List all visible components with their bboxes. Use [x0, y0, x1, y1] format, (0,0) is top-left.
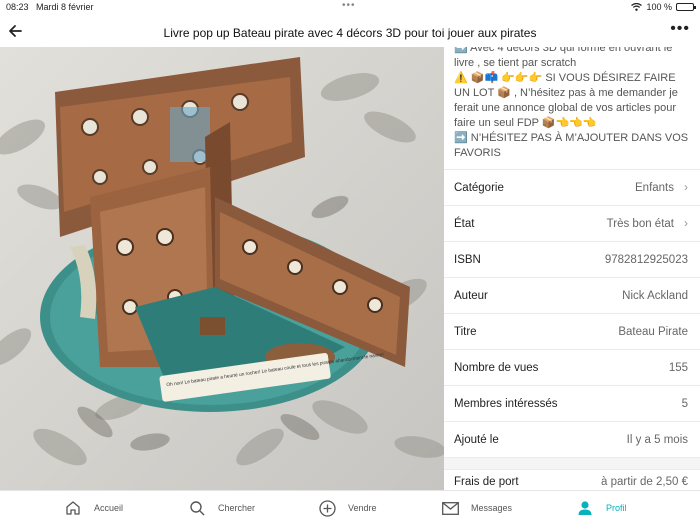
detail-row: Ajouté le Il y a 5 mois [444, 421, 700, 457]
status-time: 08:23 [6, 2, 29, 12]
profile-icon [576, 499, 594, 517]
pop-up-book-image: Oh non! Le bateau pirate a heurté un roc… [0, 47, 444, 490]
more-options-icon[interactable]: ••• [670, 20, 690, 38]
home-icon [64, 499, 82, 517]
description-line: ⚠️ 📦📫 👉👉👉 SI VOUS DÉSIREZ FAIRE UN LOT 📦… [454, 72, 678, 129]
detail-value: Bateau Pirate [618, 326, 688, 338]
nav-sell[interactable]: Vendre [318, 499, 377, 517]
detail-value: 155 [668, 362, 688, 374]
item-description: ➡️ Avec 4 décors 3D qui forme en ouvrant… [444, 47, 700, 161]
nav-messages[interactable]: Messages [441, 499, 512, 517]
detail-value: 9782812925023 [604, 254, 688, 266]
nav-home-label: Accueil [94, 503, 124, 513]
detail-row[interactable]: État Très bon état › [444, 205, 700, 241]
detail-value: 5 [681, 398, 688, 410]
detail-label: Titre [454, 326, 477, 338]
detail-row: Nombre de vues 155 [444, 349, 700, 385]
page-title: Livre pop up Bateau pirate avec 4 décors… [163, 26, 537, 40]
wifi-icon [631, 3, 643, 11]
bottom-nav: Accueil Chercher Vendre Messages Profil [0, 490, 700, 525]
nav-messages-label: Messages [471, 503, 513, 513]
detail-value: Nick Ackland [622, 290, 688, 302]
detail-label: État [454, 218, 475, 230]
detail-label: ISBN [454, 254, 481, 266]
detail-value: Il y a 5 mois [626, 434, 688, 446]
detail-label: Catégorie [454, 182, 504, 194]
detail-row[interactable]: Catégorie Enfants › [444, 169, 700, 205]
nav-sell-label: Vendre [348, 503, 377, 513]
status-bar: 08:23 Mardi 8 février ••• 100 % [0, 0, 700, 14]
detail-row: Membres intéressés 5 [444, 385, 700, 421]
shipping-row[interactable]: Frais de port à partir de 2,50 € [444, 469, 700, 490]
battery-icon [676, 3, 696, 11]
detail-row: ISBN 9782812925023 [444, 241, 700, 277]
nav-home[interactable]: Accueil [64, 499, 123, 517]
mail-icon [441, 499, 459, 517]
header: Livre pop up Bateau pirate avec 4 décors… [0, 18, 700, 46]
battery-percent: 100 % [646, 2, 672, 12]
nav-search[interactable]: Chercher [188, 499, 255, 517]
multitasking-dots-icon[interactable]: ••• [342, 0, 356, 11]
nav-profile[interactable]: Profil [576, 499, 627, 517]
plus-circle-icon [318, 499, 336, 517]
chevron-right-icon: › [684, 180, 688, 194]
detail-value: Enfants [635, 182, 674, 194]
chevron-right-icon: › [684, 216, 688, 230]
nav-profile-label: Profil [606, 503, 627, 513]
item-details-panel: ➡️ Avec 4 décors 3D qui forme en ouvrant… [444, 47, 700, 490]
item-photo[interactable]: Oh non! Le bateau pirate a heurté un roc… [0, 47, 444, 490]
status-right: 100 % [631, 2, 696, 12]
detail-label: Auteur [454, 290, 488, 302]
detail-label: Nombre de vues [454, 362, 539, 374]
detail-label: Ajouté le [454, 434, 499, 446]
description-line: ➡️ N’HÉSITEZ PAS À M’AJOUTER DANS VOS FA… [454, 132, 689, 159]
detail-value: Très bon état [606, 218, 674, 230]
description-line: ➡️ Avec 4 décors 3D qui forme en ouvrant… [454, 47, 673, 69]
nav-search-label: Chercher [218, 503, 256, 513]
section-divider [444, 457, 700, 469]
search-icon [188, 499, 206, 517]
details-list: Catégorie Enfants › État Très bon état › ISBN 9… [444, 169, 700, 457]
status-date: Mardi 8 février [36, 2, 94, 12]
shipping-label: Frais de port [454, 476, 519, 488]
detail-row: Auteur Nick Ackland [444, 277, 700, 313]
shipping-value: à partir de 2,50 € [601, 476, 688, 488]
detail-row: Titre Bateau Pirate [444, 313, 700, 349]
detail-label: Membres intéressés [454, 398, 558, 410]
